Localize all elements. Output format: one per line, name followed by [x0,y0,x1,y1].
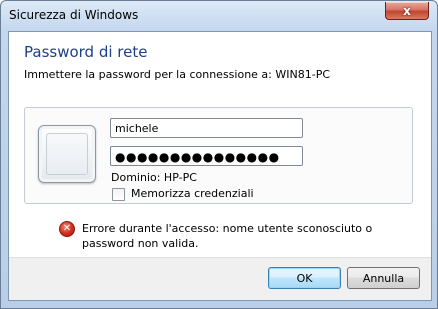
ok-button[interactable]: OK [268,267,341,289]
security-dialog-window: Sicurezza di Windows x Password di rete … [0,0,438,309]
user-tile-icon [38,125,96,183]
remember-credentials-checkbox[interactable] [112,188,125,201]
close-button[interactable]: x [385,2,429,20]
close-icon: x [403,3,411,18]
user-tile-frame [46,133,88,175]
button-bar: OK Annulla [9,257,431,300]
remember-credentials-label[interactable]: Memorizza credenziali [131,187,254,200]
error-message: Errore durante l'accesso: nome utente sc… [82,222,373,250]
title-bar[interactable]: Sicurezza di Windows x [1,1,437,29]
dialog-instruction: Immettere la password per la connessione… [24,68,331,81]
cancel-button[interactable]: Annulla [347,267,420,289]
dialog-client-area: Password di rete Immettere la password p… [8,31,432,301]
error-icon: ✕ [59,221,75,237]
password-input[interactable]: ●●●●●●●●●●●●●●● [110,146,303,166]
credential-tile-panel: michele ●●●●●●●●●●●●●●● Dominio: HP-PC M… [24,107,413,204]
dialog-heading: Password di rete [24,43,148,61]
domain-label: Dominio: HP-PC [111,171,197,184]
window-title: Sicurezza di Windows [9,8,139,22]
username-input[interactable]: michele [110,118,303,138]
